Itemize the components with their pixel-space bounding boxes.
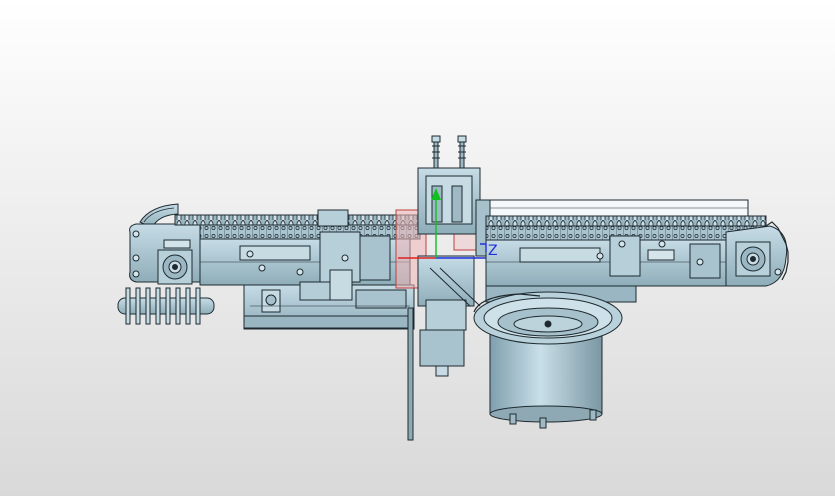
center-drop-chute (417, 255, 481, 377)
right-conveyor-rail (485, 199, 767, 303)
tower-screw-left (431, 135, 441, 169)
vibratory-bowl-feeder (473, 291, 623, 429)
z-axis-label: Z (488, 243, 498, 259)
assembly-model[interactable]: Z (0, 0, 835, 496)
lower-left-comb-tray (117, 287, 215, 325)
vertical-guide-rod (407, 307, 414, 441)
left-conveyor-rail (174, 209, 421, 286)
left-sprocket-housing (129, 223, 201, 285)
cad-3d-viewport[interactable]: Z (0, 0, 835, 496)
right-sprocket-housing (725, 221, 789, 287)
tower-screw-right (457, 135, 467, 169)
